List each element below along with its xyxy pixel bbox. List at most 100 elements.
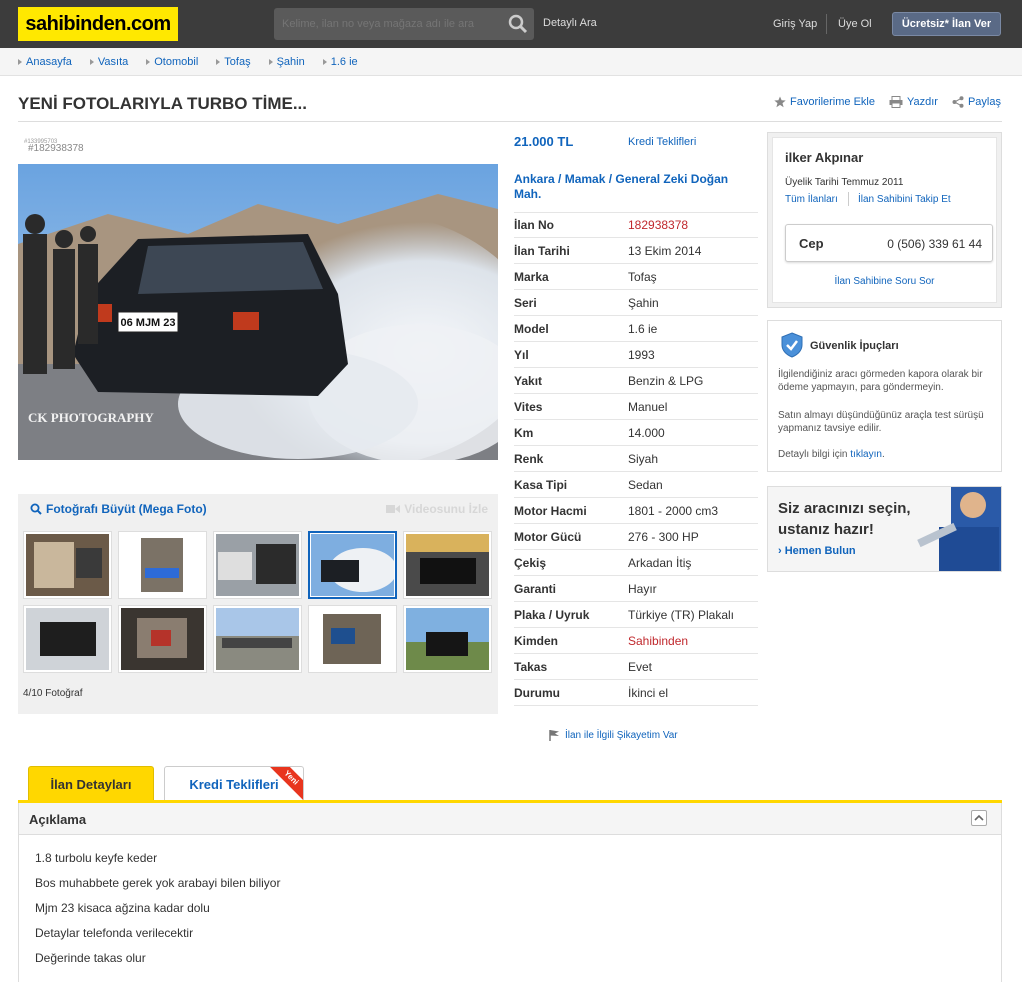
spec-key: Garanti [514,581,557,596]
favorite-label: Favorilerime Ekle [790,96,875,108]
spec-value: 276 - 300 HP [628,529,699,544]
post-ad-button[interactable]: Ücretsiz* İlan Ver [892,12,1001,36]
spec-value: 1.6 ie [628,321,658,336]
top-header: sahibinden.com Detaylı Ara Giriş Yap Üye… [0,0,1022,48]
thumbnail[interactable] [118,605,207,673]
spec-value: Sedan [628,477,663,492]
spec-row: Yıl 1993 [514,342,758,368]
detailed-search-link[interactable]: Detaylı Ara [543,17,597,29]
spec-key: Kimden [514,633,559,648]
favorite-button[interactable]: Favorilerime Ekle [774,96,875,108]
spec-value: Sahibinden [628,633,689,648]
spec-key: Takas [514,659,548,674]
description-heading: Açıklama [29,812,87,827]
ask-seller-link[interactable]: İlan Sahibine Soru Sor [773,276,996,287]
site-logo[interactable]: sahibinden.com [18,7,178,41]
breadcrumb: Anasayfa Vasıta Otomobil Tofaş Şahin 1.6… [18,56,358,68]
report-link[interactable]: İlan ile İlgili Şikayetim Var [548,729,678,741]
location-city[interactable]: Ankara [514,172,555,186]
spec-key: Marka [514,269,549,284]
thumbnail[interactable] [403,531,492,599]
thumbnail[interactable] [23,531,112,599]
print-label: Yazdır [906,96,938,108]
spec-value: 13 Ekim 2014 [628,243,702,258]
description-line: 1.8 turbolu keyfe keder [35,851,158,865]
spec-key: Yakıt [514,373,543,388]
tab-ad-details[interactable]: İlan Detayları [28,766,154,802]
enlarge-photo-link[interactable]: Fotoğrafı Büyüt (Mega Foto) [30,502,207,516]
shield-icon [781,332,803,358]
thumbnail[interactable] [403,605,492,673]
spec-row: Plaka / Uyruk Türkiye (TR) Plakalı [514,602,758,628]
register-link[interactable]: Üye Ol [838,18,872,30]
thumbnail[interactable] [118,531,207,599]
spec-value: Türkiye (TR) Plakalı [628,607,735,622]
spec-row: Vites Manuel [514,394,758,420]
breadcrumb-item[interactable]: Şahin [268,56,305,68]
spec-value: 1993 [628,347,655,362]
breadcrumb-item[interactable]: Otomobil [146,56,198,68]
follow-seller-link[interactable]: İlan Sahibini Takip Et [858,194,951,205]
printer-icon [889,96,903,108]
spec-row: Motor Hacmi 1801 - 2000 cm3 [514,498,758,524]
description-line: Mjm 23 kisaca ağzina kadar dolu [35,901,210,915]
login-link[interactable]: Giriş Yap [773,18,817,30]
description-text: 1.8 turbolu keyfe keder Bos muhabbete ge… [35,851,280,976]
ad-line1: Siz aracınızı seçin, [778,500,911,517]
breadcrumb-item[interactable]: Tofaş [216,56,251,68]
share-label: Paylaş [967,96,1001,108]
spec-key: Vites [514,399,543,414]
spec-key: Renk [514,451,544,466]
spec-value: Tofaş [628,269,657,284]
thumbnail[interactable] [213,605,302,673]
security-more-period: . [881,449,885,460]
thumbnail[interactable] [23,605,112,673]
thumbnail[interactable] [308,605,397,673]
location: Ankara / Mamak / General Zeki Doğan Mah. [514,172,729,201]
thumbnail-grid [23,531,495,673]
video-link[interactable]: Videosunu İzle [386,502,488,516]
breadcrumb-item[interactable]: 1.6 ie [322,56,358,68]
plate-text: 06 MJM 23 [120,317,175,329]
breadcrumb-item[interactable]: Anasayfa [18,56,72,68]
print-button[interactable]: Yazdır [889,96,938,108]
location-district[interactable]: Mamak [565,172,606,186]
spec-value: İkinci el [628,685,669,700]
security-more-link[interactable]: tıklayın [850,449,882,460]
phone-label: Cep [799,236,824,251]
search-box [274,8,534,40]
mechanic-ad-banner[interactable]: Siz aracınızı seçin, ustanız hazır! › Hem… [767,486,1002,572]
breadcrumb-item[interactable]: Vasıta [89,56,128,68]
thumbnail[interactable] [213,531,302,599]
spec-value: Şahin [628,295,659,310]
photo-gallery: Fotoğrafı Büyüt (Mega Foto) Videosunu İz… [18,494,498,714]
spec-row: Çekiş Arkadan İtiş [514,550,758,576]
magnifier-icon [30,503,42,515]
chevron-up-icon [974,814,984,821]
report-label: İlan ile İlgili Şikayetim Var [565,729,678,741]
spec-key: Yıl [514,347,529,362]
security-tips: Güvenlik İpuçları İlgilendiğiniz aracı g… [767,320,1002,472]
main-photo[interactable]: 06 MJM 23 CK PHOTOGRAPHY [18,164,498,460]
ad-link[interactable]: › Hemen Bulun [778,545,856,557]
search-input[interactable] [274,8,502,40]
spec-key: Plaka / Uyruk [514,607,590,622]
spec-key: Motor Hacmi [514,503,587,518]
all-ads-link[interactable]: Tüm İlanları [785,194,838,205]
spec-key: Km [514,425,534,440]
share-button[interactable]: Paylaş [952,96,1001,108]
description-line: Değerinde takas olur [35,951,146,965]
search-icon[interactable] [508,14,528,34]
photo-watermark: CK PHOTOGRAPHY [28,410,154,425]
tab-credit-offers[interactable]: Kredi Teklifleri Yeni [164,766,304,802]
collapse-button[interactable] [971,810,987,826]
credit-offers-link[interactable]: Kredi Teklifleri [628,136,696,148]
phone-box[interactable]: Cep 0 (506) 339 61 44 [785,224,993,262]
star-icon [774,96,786,108]
description-header: Açıklama [19,803,1001,835]
spec-key: Seri [514,295,537,310]
thumbnail-selected[interactable] [308,531,397,599]
membership-date: Üyelik Tarihi Temmuz 2011 [785,177,904,188]
seller-box: ilker Akpınar Üyelik Tarihi Temmuz 2011 … [767,132,1002,308]
spec-value: Manuel [628,399,668,414]
